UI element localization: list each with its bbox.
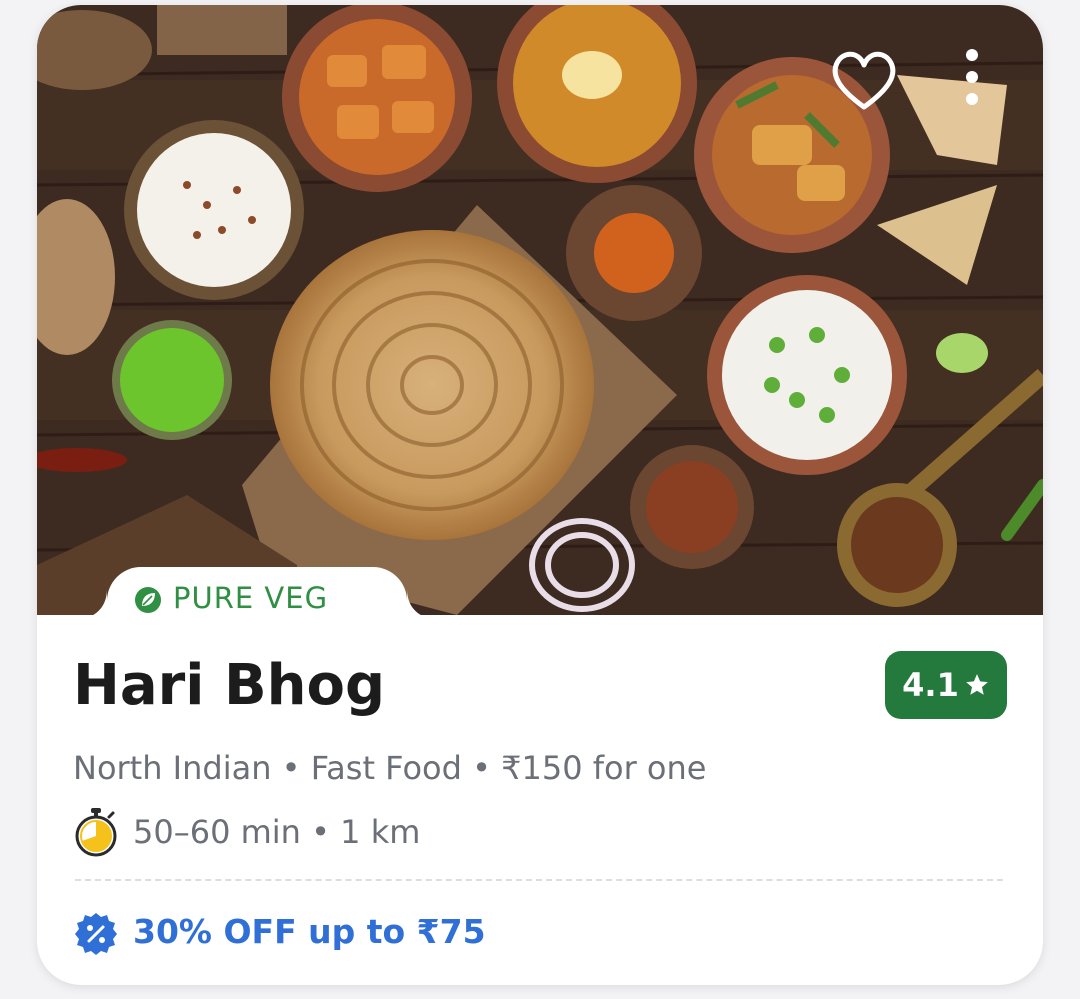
restaurant-name[interactable]: Hari Bhog [73,653,385,718]
offer-text[interactable]: 30% OFF up to ₹75 [133,912,486,951]
dashed-divider [75,879,1003,881]
star-icon [966,674,988,695]
pure-veg-tag: PURE VEG [92,567,422,615]
vertical-ellipsis-icon [966,49,978,105]
delivery-time-distance: 50–60 min • 1 km [133,813,421,851]
restaurant-card[interactable]: PURE VEG Hari Bhog 4.1 North Indian • Fa… [37,5,1043,985]
favorite-button[interactable] [827,43,901,117]
heart-outline-icon [832,51,896,110]
restaurant-info: Hari Bhog 4.1 North Indian • Fast Food •… [37,615,1043,985]
more-options-button[interactable] [957,45,987,117]
discount-badge-icon [75,913,117,955]
stopwatch-icon [75,808,117,857]
pure-veg-label: PURE VEG [173,581,329,615]
rating-badge: 4.1 [885,651,1007,719]
leaf-icon [135,587,161,613]
restaurant-photo[interactable]: PURE VEG [37,5,1043,615]
rating-value: 4.1 [902,666,959,704]
cuisine-and-price: North Indian • Fast Food • ₹150 for one [73,749,707,787]
